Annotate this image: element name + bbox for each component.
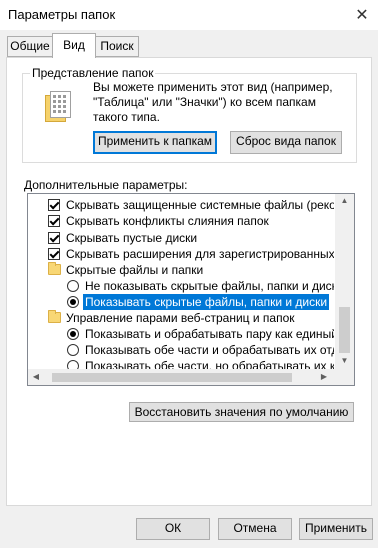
restore-defaults-button[interactable]: Восстановить значения по умолчанию: [129, 402, 354, 422]
radio-button-selected[interactable]: [67, 296, 79, 308]
list-item[interactable]: Не показывать скрытые файлы, папки и дис…: [28, 278, 334, 294]
option-label: Показывать и обрабатывать пару как едины…: [85, 327, 334, 341]
description-line: такого типа.: [93, 110, 160, 124]
option-label: Показывать обе части, но обрабатывать их…: [85, 359, 334, 369]
checkbox-checked[interactable]: [48, 248, 60, 260]
advanced-settings-label: Дополнительные параметры:: [24, 178, 188, 192]
scroll-up-icon[interactable]: ▲: [335, 196, 354, 205]
description-line: "Таблица" или "Значки") ко всем папкам: [93, 95, 316, 109]
tab-view[interactable]: Вид: [52, 33, 96, 58]
cancel-button[interactable]: Отмена: [218, 518, 292, 540]
tab-general-label: Общие: [10, 39, 50, 53]
tab-search[interactable]: Поиск: [95, 36, 139, 57]
group-label: Скрытые файлы и папки: [66, 263, 204, 277]
list-item[interactable]: Скрывать пустые диски: [28, 230, 334, 246]
option-label-selected: Показывать скрытые файлы, папки и диски: [83, 294, 330, 310]
checkbox-checked[interactable]: [48, 199, 60, 211]
apply-to-folders-button[interactable]: Применить к папкам: [93, 131, 217, 154]
apply-button[interactable]: Применить: [299, 518, 373, 540]
folder-view-icon: [45, 91, 71, 122]
horizontal-scrollbar[interactable]: ◀ ▶: [28, 369, 354, 385]
list-item[interactable]: Показывать и обрабатывать пару как едины…: [28, 326, 334, 342]
vertical-scrollbar[interactable]: ▲ ▼: [335, 194, 354, 369]
close-icon[interactable]: ✕: [350, 3, 374, 27]
option-label: Скрывать пустые диски: [66, 231, 198, 245]
ok-button[interactable]: ОК: [136, 518, 210, 540]
radio-button[interactable]: [67, 360, 79, 369]
radio-button[interactable]: [67, 280, 79, 292]
list-item: Управление парами веб-страниц и папок: [28, 310, 334, 326]
scroll-left-icon[interactable]: ◀: [30, 372, 42, 381]
option-label: Скрывать защищенные системные файлы (рек…: [66, 198, 334, 212]
title-bar: Параметры папок ✕: [0, 0, 378, 30]
scroll-right-icon[interactable]: ▶: [318, 372, 330, 381]
option-label: Не показывать скрытые файлы, папки и дис…: [85, 279, 334, 293]
folder-icon: [48, 310, 61, 323]
option-label: Показывать обе части и обрабатывать их о…: [85, 343, 334, 357]
list-item: Скрытые файлы и папки: [28, 262, 334, 278]
radio-button-selected[interactable]: [67, 328, 79, 340]
tab-search-label: Поиск: [100, 39, 134, 53]
list-item[interactable]: Показывать обе части, но обрабатывать их…: [28, 358, 334, 369]
tab-general[interactable]: Общие: [7, 36, 53, 57]
description-line: Вы можете применить этот вид (например,: [93, 80, 333, 94]
vertical-scroll-thumb[interactable]: [339, 307, 350, 353]
list-item[interactable]: Показывать обе части и обрабатывать их о…: [28, 342, 334, 358]
tab-view-label: Вид: [63, 38, 85, 52]
group-label: Управление парами веб-страниц и папок: [66, 311, 295, 325]
window-title: Параметры папок: [8, 7, 116, 22]
option-label: Скрывать расширения для зарегистрированн…: [66, 247, 334, 261]
radio-button[interactable]: [67, 344, 79, 356]
reset-folders-button[interactable]: Сброс вида папок: [230, 131, 342, 154]
folder-icon: [48, 262, 61, 275]
advanced-settings-tree[interactable]: Скрывать защищенные системные файлы (рек…: [27, 193, 355, 386]
list-item[interactable]: Скрывать конфликты слияния папок: [28, 213, 334, 229]
option-label: Скрывать конфликты слияния папок: [66, 214, 269, 228]
folder-views-description: Вы можете применить этот вид (например, …: [93, 80, 358, 125]
list-item[interactable]: Показывать скрытые файлы, папки и диски: [28, 294, 334, 310]
list-item[interactable]: Скрывать расширения для зарегистрированн…: [28, 246, 334, 262]
folder-views-legend: Представление папок: [30, 66, 156, 80]
horizontal-scroll-thumb[interactable]: [52, 373, 292, 382]
list-item[interactable]: Скрывать защищенные системные файлы (рек…: [28, 197, 334, 213]
scroll-down-icon[interactable]: ▼: [335, 356, 354, 365]
checkbox-checked[interactable]: [48, 232, 60, 244]
checkbox-checked[interactable]: [48, 215, 60, 227]
